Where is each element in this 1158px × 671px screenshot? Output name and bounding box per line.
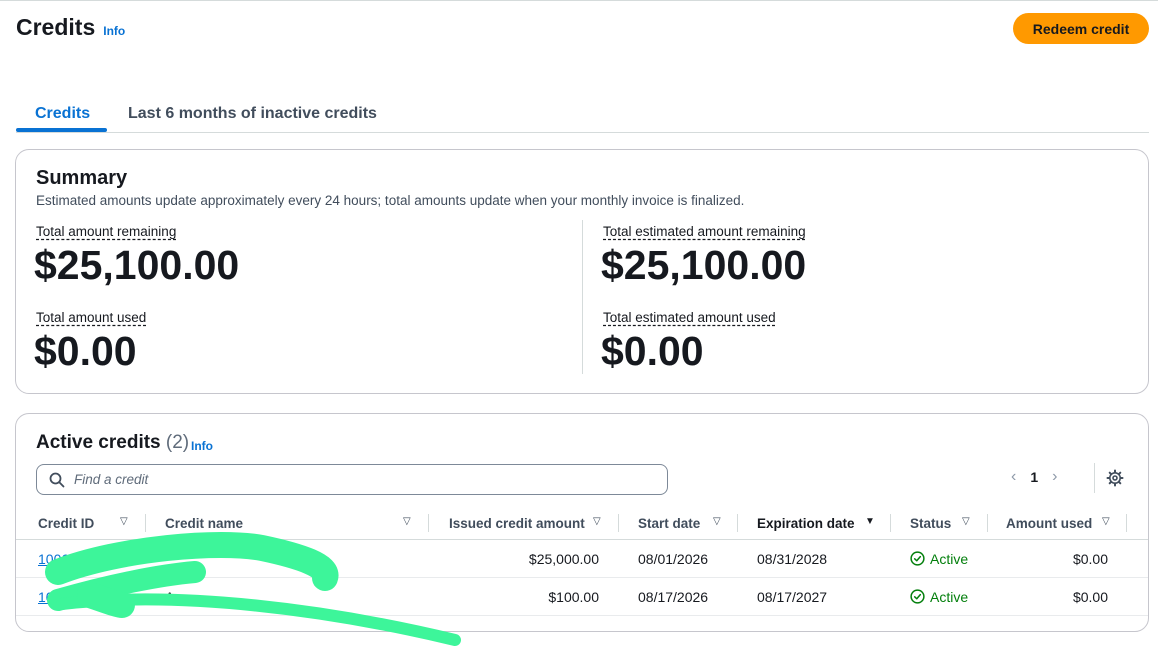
col-credit-id[interactable]: Credit ID bbox=[38, 508, 94, 538]
column-separator[interactable] bbox=[987, 514, 988, 532]
start-date-cell: 08/17/2026 bbox=[638, 588, 709, 605]
active-credits-card: Active credits (2) Info ‹ 1 › Credit ID … bbox=[15, 413, 1149, 632]
prev-page-icon[interactable]: ‹ bbox=[1011, 468, 1016, 486]
col-expiration-date[interactable]: Expiration date bbox=[757, 508, 855, 538]
amount-used-cell: $0.00 bbox=[1072, 588, 1108, 605]
redeem-credit-button[interactable]: Redeem credit bbox=[1013, 13, 1149, 44]
table-header: Credit ID ▽ Credit name ▽ Issued credit … bbox=[16, 508, 1148, 540]
total-estimated-used-value: $0.00 bbox=[601, 328, 704, 374]
col-status[interactable]: Status bbox=[910, 508, 951, 538]
page-header: Credits Info bbox=[16, 14, 125, 41]
expiration-date-cell: 08/31/2028 bbox=[757, 550, 828, 567]
status-badge: Active bbox=[910, 589, 968, 605]
summary-description: Estimated amounts update approximately e… bbox=[36, 193, 745, 208]
pager-separator bbox=[1094, 463, 1095, 493]
sort-icon[interactable]: ▽ bbox=[593, 516, 601, 527]
pagination: ‹ 1 › bbox=[1011, 468, 1057, 486]
col-amount-used[interactable]: Amount used bbox=[1006, 508, 1092, 538]
page-info-link[interactable]: Info bbox=[103, 24, 125, 38]
credit-name-cell: Aw bbox=[165, 588, 185, 605]
amount-used-cell: $0.00 bbox=[1072, 550, 1108, 567]
table-row: 10066 $25,000.00 08/01/2026 08/31/2028 A… bbox=[16, 540, 1148, 578]
column-separator[interactable] bbox=[737, 514, 738, 532]
sort-icon[interactable]: ▽ bbox=[962, 516, 970, 527]
status-badge: Active bbox=[910, 551, 968, 567]
total-used-label[interactable]: Total amount used bbox=[36, 310, 146, 325]
search-icon bbox=[49, 472, 65, 487]
column-separator[interactable] bbox=[428, 514, 429, 532]
table-row: 100 Aw $100.00 08/17/2026 08/17/2027 Act… bbox=[16, 578, 1148, 616]
page-title: Credits bbox=[16, 14, 96, 40]
status-label: Active bbox=[930, 550, 969, 567]
total-used-value: $0.00 bbox=[34, 328, 137, 374]
sort-desc-icon[interactable]: ▼ bbox=[865, 516, 875, 527]
column-separator[interactable] bbox=[890, 514, 891, 532]
column-separator[interactable] bbox=[1126, 514, 1127, 532]
col-credit-name[interactable]: Credit name bbox=[165, 508, 243, 538]
tab-inactive-credits[interactable]: Last 6 months of inactive credits bbox=[128, 96, 377, 132]
summary-divider bbox=[582, 220, 583, 374]
gear-icon[interactable] bbox=[1106, 469, 1124, 487]
search-input[interactable] bbox=[74, 472, 634, 487]
total-estimated-used-label[interactable]: Total estimated amount used bbox=[603, 310, 776, 325]
check-circle-icon bbox=[910, 551, 925, 566]
tab-credits[interactable]: Credits bbox=[35, 96, 90, 132]
active-tab-indicator bbox=[16, 128, 107, 132]
issued-amount-cell: $25,000.00 bbox=[528, 550, 599, 567]
next-page-icon[interactable]: › bbox=[1052, 468, 1057, 486]
sort-icon[interactable]: ▽ bbox=[120, 516, 128, 527]
summary-title: Summary bbox=[36, 167, 128, 189]
col-issued-amount[interactable]: Issued credit amount bbox=[449, 508, 585, 538]
start-date-cell: 08/01/2026 bbox=[638, 550, 709, 567]
credit-id-link[interactable]: 10066 bbox=[38, 551, 77, 567]
issued-amount-cell: $100.00 bbox=[548, 588, 599, 605]
active-credits-info-link[interactable]: Info bbox=[191, 439, 213, 453]
active-credits-title: Active credits (2) bbox=[36, 432, 189, 454]
col-start-date[interactable]: Start date bbox=[638, 508, 700, 538]
sort-icon[interactable]: ▽ bbox=[713, 516, 721, 527]
total-estimated-remaining-value: $25,100.00 bbox=[601, 242, 807, 288]
column-separator[interactable] bbox=[145, 514, 146, 532]
sort-icon[interactable]: ▽ bbox=[1102, 516, 1110, 527]
status-label: Active bbox=[930, 588, 969, 605]
expiration-date-cell: 08/17/2027 bbox=[757, 588, 828, 605]
total-estimated-remaining-label[interactable]: Total estimated amount remaining bbox=[603, 224, 806, 239]
credit-id-link[interactable]: 100 bbox=[38, 589, 61, 605]
active-credits-count: (2) bbox=[165, 432, 190, 453]
sort-icon[interactable]: ▽ bbox=[403, 516, 411, 527]
active-credits-heading: Active credits bbox=[36, 432, 161, 453]
tab-bar: Credits Last 6 months of inactive credit… bbox=[16, 96, 1149, 133]
total-remaining-label[interactable]: Total amount remaining bbox=[36, 224, 176, 239]
page-number[interactable]: 1 bbox=[1030, 469, 1038, 485]
check-circle-icon bbox=[910, 589, 925, 604]
search-box[interactable] bbox=[36, 464, 668, 495]
summary-card: Summary Estimated amounts update approxi… bbox=[15, 149, 1149, 394]
top-border bbox=[0, 0, 1158, 1]
column-separator[interactable] bbox=[618, 514, 619, 532]
total-remaining-value: $25,100.00 bbox=[34, 242, 240, 288]
